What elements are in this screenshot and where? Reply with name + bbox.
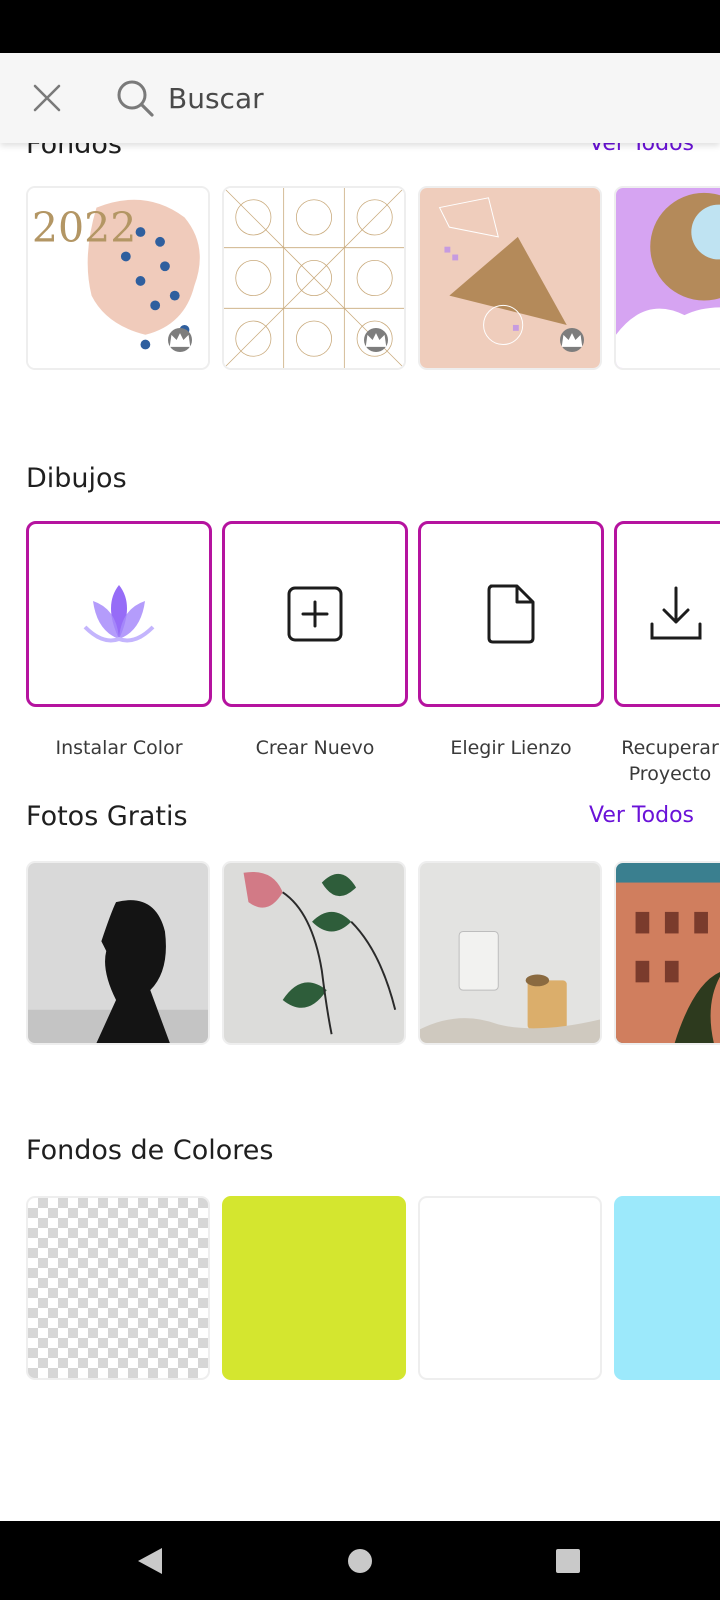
nav-recents-button[interactable]: [546, 1539, 590, 1583]
color-swatch-white[interactable]: [418, 1196, 602, 1380]
instalar-color-tile[interactable]: [26, 521, 212, 707]
color-swatch-cyan[interactable]: [614, 1196, 720, 1380]
see-all-fondos-link[interactable]: Ver Todos: [589, 143, 694, 156]
crear-nuevo-tile[interactable]: [222, 521, 408, 707]
photo-building-image: [616, 863, 720, 1043]
nav-home-button[interactable]: [338, 1539, 382, 1583]
photo-flower-image: [224, 863, 404, 1043]
add-square-icon: [287, 586, 343, 642]
section-title-dibujos: Dibujos: [26, 463, 127, 494]
photo-glass-image: [420, 863, 600, 1043]
back-triangle-icon: [138, 1548, 162, 1574]
elegir-lienzo-tile[interactable]: [418, 521, 604, 707]
system-nav-bar: [0, 1521, 720, 1600]
draw-label-0: Instalar Color: [55, 737, 183, 759]
colores-row: [26, 1196, 720, 1382]
premium-crown-icon: [364, 328, 388, 352]
photo-woman-image: [28, 863, 208, 1043]
status-bar: [0, 0, 720, 53]
document-icon: [487, 584, 535, 644]
foto-tile-glass[interactable]: [418, 861, 602, 1045]
fondo-tile-2022[interactable]: 2022: [26, 186, 210, 370]
svg-text:2022: 2022: [32, 204, 137, 252]
section-title-colores: Fondos de Colores: [26, 1135, 274, 1166]
recents-square-icon: [556, 1549, 580, 1573]
download-icon: [650, 586, 702, 640]
search-icon: [117, 80, 154, 117]
search-header: [0, 53, 720, 143]
fondo-tile-pattern[interactable]: [222, 186, 406, 370]
draw-label-2: Elegir Lienzo: [450, 737, 572, 759]
color-swatch-lime[interactable]: [222, 1196, 406, 1380]
premium-crown-icon: [168, 328, 192, 352]
dibujos-row: [26, 521, 720, 707]
nav-back-button[interactable]: [128, 1539, 172, 1583]
fondos-row: 2022: [26, 186, 720, 372]
search-input[interactable]: [168, 75, 688, 121]
foto-tile-woman[interactable]: [26, 861, 210, 1045]
foto-tile-building[interactable]: [614, 861, 720, 1045]
close-icon: [33, 84, 61, 112]
scroll-content[interactable]: Fondos Ver Todos 2022 Dibujos Instalar C…: [0, 143, 720, 1521]
premium-crown-icon: [560, 328, 584, 352]
lotus-icon: [83, 585, 155, 643]
section-title-fondos: Fondos: [26, 143, 122, 160]
home-circle-icon: [348, 1549, 372, 1573]
fondo-tile-triangle[interactable]: [418, 186, 602, 370]
fondo-lilac-image: [616, 188, 720, 368]
draw-label-3: Recuperar Proyecto: [621, 737, 719, 785]
section-title-fotos: Fotos Gratis: [26, 801, 188, 832]
close-button[interactable]: [24, 75, 70, 121]
fondo-tile-lilac[interactable]: [614, 186, 720, 370]
foto-tile-flower[interactable]: [222, 861, 406, 1045]
draw-label-1: Crear Nuevo: [255, 737, 375, 759]
see-all-fotos-link[interactable]: Ver Todos: [589, 803, 694, 828]
recuperar-proyecto-tile[interactable]: [614, 521, 720, 707]
fotos-row: [26, 861, 720, 1047]
color-swatch-transparent[interactable]: [26, 1196, 210, 1380]
